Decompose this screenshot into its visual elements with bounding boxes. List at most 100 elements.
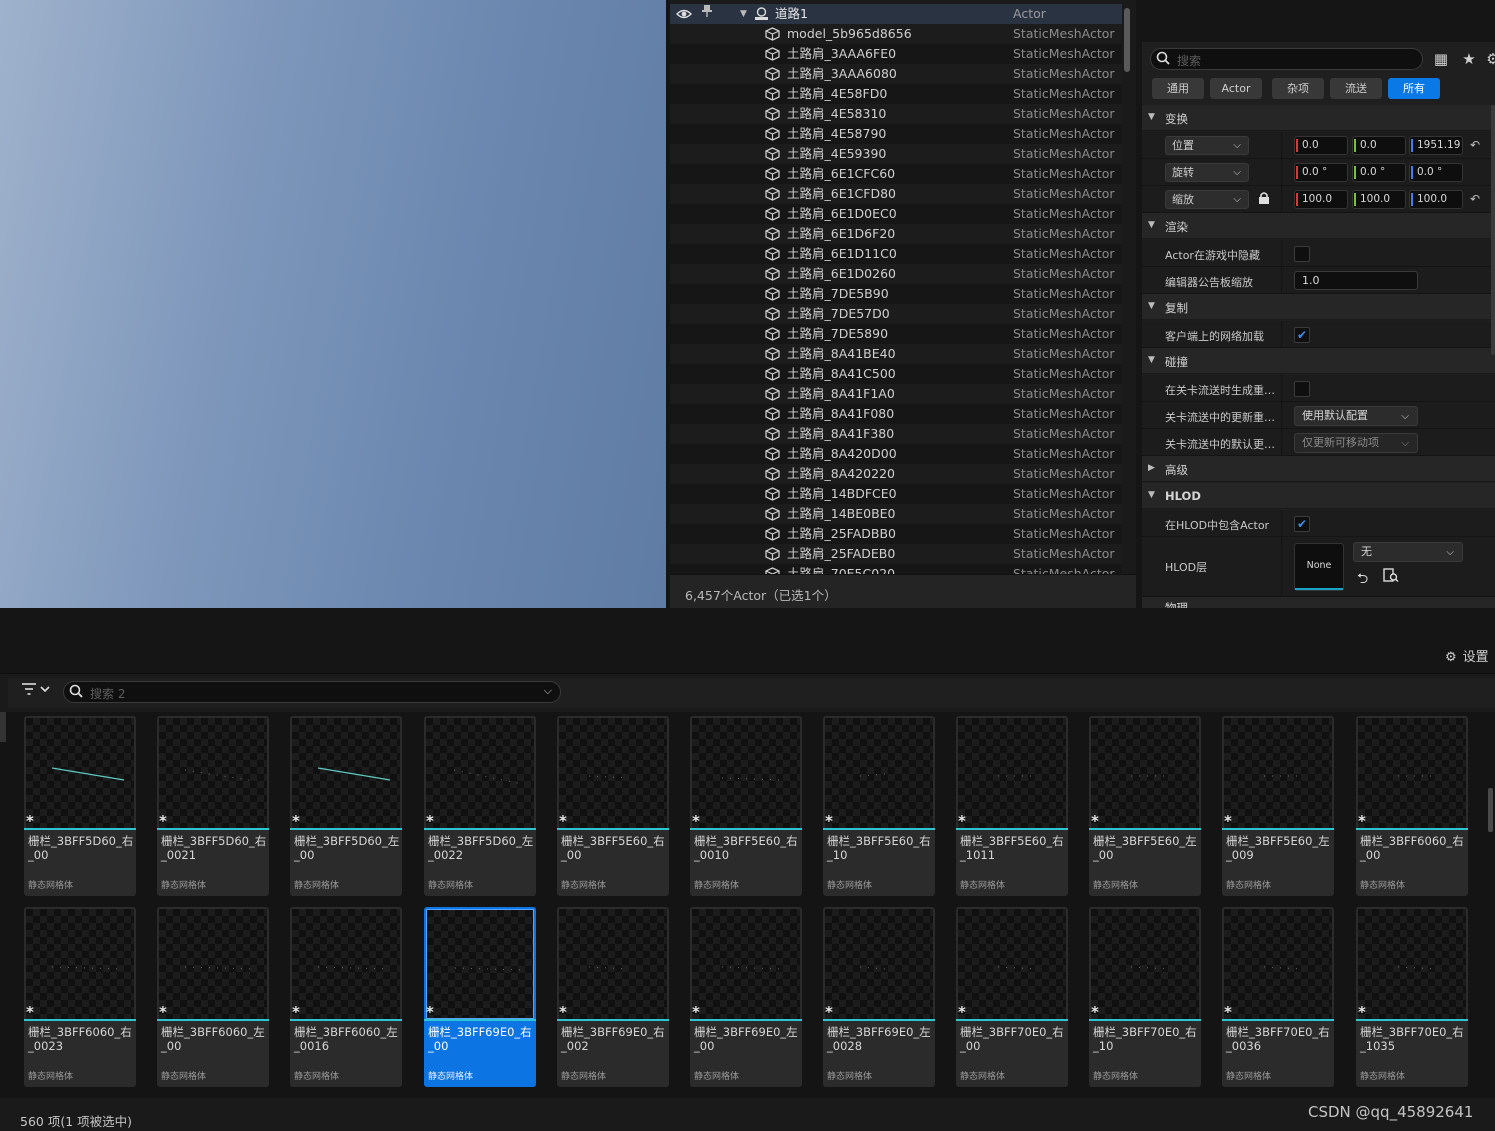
gear-icon[interactable]: ⚙	[1484, 50, 1495, 68]
use-selected-icon[interactable]: ⮌	[1357, 568, 1368, 592]
level-viewport[interactable]	[0, 0, 666, 608]
collapse-arrow-icon[interactable]: ▼	[740, 4, 747, 24]
outliner-row[interactable]: 土路肩_8A420D00 StaticMeshActor	[670, 444, 1122, 464]
outliner-row[interactable]: 土路肩_6E1CFC60 StaticMeshActor	[670, 164, 1122, 184]
outliner-row[interactable]: 土路肩_8A41C500 StaticMeshActor	[670, 364, 1122, 384]
asset-tile[interactable]: * 栅栏_3BFF6060_右_00 静态网格体	[1356, 716, 1468, 896]
outliner-row[interactable]: model_5b965d8656 StaticMeshActor	[670, 24, 1122, 44]
outliner-row[interactable]: 土路肩_4E59390 StaticMeshActor	[670, 144, 1122, 164]
asset-tile[interactable]: * 栅栏_3BFF70E0_右_00 静态网格体	[956, 907, 1068, 1087]
asset-tile[interactable]: * 栅栏_3BFF5E60_左_00 静态网格体	[1089, 716, 1201, 896]
asset-tile[interactable]: * 栅栏_3BFF69E0_右_00 静态网格体	[424, 907, 536, 1087]
location-x-field[interactable]: 0.0	[1294, 136, 1348, 155]
collision-update-dropdown[interactable]: 使用默认配置 ⌵	[1294, 406, 1418, 426]
outliner-row[interactable]: 土路肩_8A41BE40 StaticMeshActor	[670, 344, 1122, 364]
details-search-input[interactable]: 搜索	[1150, 48, 1423, 70]
outliner-scrollbar[interactable]	[1124, 8, 1130, 72]
collision-row-1-checkbox[interactable]	[1294, 381, 1310, 397]
asset-tile[interactable]: * 栅栏_3BFF5D60_左_00 静态网格体	[290, 716, 402, 896]
hlod-layer-thumbnail[interactable]: None	[1294, 543, 1344, 591]
asset-tile[interactable]: * 栅栏_3BFF6060_右_0023 静态网格体	[24, 907, 136, 1087]
asset-tile[interactable]: * 栅栏_3BFF6060_左_0016 静态网格体	[290, 907, 402, 1087]
outliner-row[interactable]: 土路肩_6E1D6F20 StaticMeshActor	[670, 224, 1122, 244]
rotation-z-field[interactable]: 0.0 °	[1409, 163, 1463, 182]
outliner-row[interactable]: 土路肩_3AAA6FE0 StaticMeshActor	[670, 44, 1122, 64]
settings-button[interactable]: ⚙ 设置	[1445, 646, 1489, 665]
outliner-row[interactable]: 土路肩_8A41F380 StaticMeshActor	[670, 424, 1122, 444]
location-y-field[interactable]: 0.0	[1352, 136, 1406, 155]
asset-grid-scrollbar[interactable]	[1488, 788, 1493, 832]
asset-tile[interactable]: * 栅栏_3BFF5E60_右_0010 静态网格体	[690, 716, 802, 896]
rotation-y-field[interactable]: 0.0 °	[1352, 163, 1406, 182]
outliner-row[interactable]: 土路肩_8A41F1A0 StaticMeshActor	[670, 384, 1122, 404]
filter-icon[interactable]	[22, 682, 52, 700]
section-hlod[interactable]: ▼ HLOD	[1142, 483, 1495, 509]
grid-view-icon[interactable]: ▦	[1432, 50, 1450, 68]
pin-icon[interactable]	[702, 4, 714, 25]
outliner-row[interactable]: 土路肩_8A41F080 StaticMeshActor	[670, 404, 1122, 424]
chevron-down-icon[interactable]: ⌵	[544, 684, 552, 698]
section-advanced[interactable]: ▶ 高级	[1142, 456, 1495, 482]
outliner-row[interactable]: 土路肩_70E5C020 StaticMeshActor	[670, 564, 1122, 574]
outliner-row[interactable]: 土路肩_4E58FD0 StaticMeshActor	[670, 84, 1122, 104]
asset-tile[interactable]: * 栅栏_3BFF5E60_右_1011 静态网格体	[956, 716, 1068, 896]
asset-tile[interactable]: * 栅栏_3BFF5D60_左_0022 静态网格体	[424, 716, 536, 896]
outliner-row[interactable]: 土路肩_6E1D0260 StaticMeshActor	[670, 264, 1122, 284]
hlod-layer-dropdown[interactable]: 无 ⌵	[1353, 542, 1463, 562]
outliner-row[interactable]: 土路肩_3AAA6080 StaticMeshActor	[670, 64, 1122, 84]
outliner-row[interactable]: 土路肩_7DE57D0 StaticMeshActor	[670, 304, 1122, 324]
include-in-hlod-checkbox[interactable]: ✔	[1294, 516, 1310, 532]
section-rendering[interactable]: ▼ 渲染	[1142, 213, 1495, 239]
outliner-row[interactable]: 土路肩_14BDFCE0 StaticMeshActor	[670, 484, 1122, 504]
location-z-field[interactable]: 1951.19	[1409, 136, 1463, 155]
asset-tile[interactable]: * 栅栏_3BFF69E0_左_0028 静态网格体	[823, 907, 935, 1087]
lock-icon[interactable]	[1258, 191, 1270, 207]
browse-asset-icon[interactable]	[1383, 568, 1399, 587]
outliner-row[interactable]: 土路肩_6E1D11C0 StaticMeshActor	[670, 244, 1122, 264]
scale-dropdown[interactable]: 缩放 ⌵	[1165, 190, 1249, 209]
collision-default-dropdown[interactable]: 仅更新可移动项 ⌵	[1294, 433, 1418, 453]
details-tab[interactable]: 杂项	[1272, 78, 1324, 99]
outliner-row[interactable]: 土路肩_4E58310 StaticMeshActor	[670, 104, 1122, 124]
reset-arrow-icon[interactable]: ↶	[1470, 192, 1480, 206]
details-tab[interactable]: 通用	[1152, 78, 1204, 99]
hidden-in-game-checkbox[interactable]	[1294, 246, 1310, 262]
asset-tile[interactable]: * 栅栏_3BFF70E0_右_10 静态网格体	[1089, 907, 1201, 1087]
outliner-row-parent[interactable]: ▼ 道路1 Actor	[670, 4, 1122, 24]
details-scrollbar[interactable]	[1491, 105, 1495, 355]
asset-tile[interactable]: * 栅栏_3BFF70E0_右_0036 静态网格体	[1222, 907, 1334, 1087]
scale-x-field[interactable]: 100.0	[1294, 190, 1348, 209]
asset-tile[interactable]: * 栅栏_3BFF5E60_左_009 静态网格体	[1222, 716, 1334, 896]
section-physics[interactable]: 物理	[1142, 597, 1495, 608]
asset-search-input[interactable]: 搜索 2 ⌵	[63, 681, 561, 703]
billboard-scale-field[interactable]: 1.0	[1294, 271, 1418, 290]
outliner-row[interactable]: 土路肩_6E1D0EC0 StaticMeshActor	[670, 204, 1122, 224]
outliner-row[interactable]: 土路肩_4E58790 StaticMeshActor	[670, 124, 1122, 144]
asset-tile[interactable]: * 栅栏_3BFF69E0_左_00 静态网格体	[690, 907, 802, 1087]
asset-tile[interactable]: * 栅栏_3BFF5E60_右_10 静态网格体	[823, 716, 935, 896]
asset-tile[interactable]: * 栅栏_3BFF69E0_右_002 静态网格体	[557, 907, 669, 1087]
asset-tile[interactable]: * 栅栏_3BFF5D60_右_00 静态网格体	[24, 716, 136, 896]
eye-icon[interactable]	[676, 7, 692, 21]
star-icon[interactable]: ★	[1460, 50, 1478, 68]
reset-arrow-icon[interactable]: ↶	[1470, 138, 1480, 152]
location-dropdown[interactable]: 位置 ⌵	[1165, 136, 1249, 155]
asset-tile[interactable]: * 栅栏_3BFF5D60_右_0021 静态网格体	[157, 716, 269, 896]
asset-tile[interactable]: * 栅栏_3BFF6060_左_00 静态网格体	[157, 907, 269, 1087]
scale-z-field[interactable]: 100.0	[1409, 190, 1463, 209]
outliner-row[interactable]: 土路肩_25FADBB0 StaticMeshActor	[670, 524, 1122, 544]
section-transform[interactable]: ▼ 变换	[1142, 105, 1495, 131]
asset-tile[interactable]: * 栅栏_3BFF70E0_右_1035 静态网格体	[1356, 907, 1468, 1087]
outliner-row[interactable]: 土路肩_7DE5B90 StaticMeshActor	[670, 284, 1122, 304]
outliner-row[interactable]: 土路肩_8A420220 StaticMeshActor	[670, 464, 1122, 484]
net-load-checkbox[interactable]: ✔	[1294, 327, 1310, 343]
details-tab[interactable]: 所有	[1388, 78, 1440, 99]
outliner-row[interactable]: 土路肩_6E1CFD80 StaticMeshActor	[670, 184, 1122, 204]
section-collision[interactable]: ▼ 碰撞	[1142, 348, 1495, 374]
asset-tile[interactable]: * 栅栏_3BFF5E60_右_00 静态网格体	[557, 716, 669, 896]
section-replication[interactable]: ▼ 复制	[1142, 294, 1495, 320]
rotation-dropdown[interactable]: 旋转 ⌵	[1165, 163, 1249, 182]
details-tab[interactable]: Actor	[1210, 78, 1262, 99]
outliner-row[interactable]: 土路肩_25FADEB0 StaticMeshActor	[670, 544, 1122, 564]
outliner-row[interactable]: 土路肩_7DE5890 StaticMeshActor	[670, 324, 1122, 344]
